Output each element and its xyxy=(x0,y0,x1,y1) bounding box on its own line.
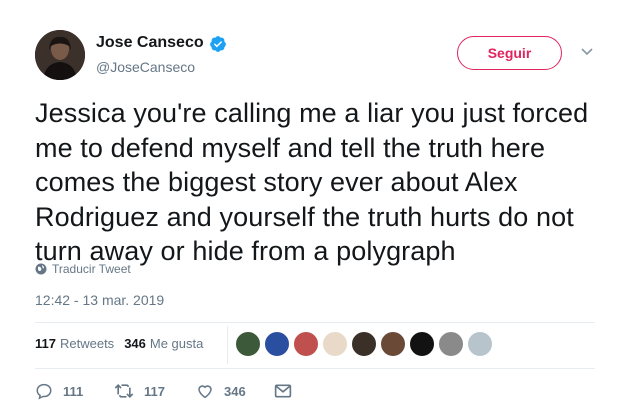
liker-avatar[interactable] xyxy=(438,331,464,357)
retweet-button[interactable]: 117 xyxy=(114,382,196,400)
liker-avatar[interactable] xyxy=(467,331,493,357)
timestamp[interactable]: 12:42 - 13 mar. 2019 xyxy=(35,292,164,308)
divider xyxy=(35,368,595,369)
translate-label[interactable]: Traducir Tweet xyxy=(52,262,131,276)
reply-button[interactable]: 111 xyxy=(35,382,114,400)
direct-message-button[interactable] xyxy=(274,383,302,399)
retweet-icon xyxy=(114,383,134,399)
avatar[interactable] xyxy=(35,30,85,80)
user-name[interactable]: Jose Canseco xyxy=(96,34,204,52)
reply-icon xyxy=(36,383,52,400)
action-bar: 111 117 346 xyxy=(35,382,302,400)
liker-avatar[interactable] xyxy=(264,331,290,357)
like-button[interactable]: 346 xyxy=(196,382,274,400)
liker-avatar[interactable] xyxy=(293,331,319,357)
liker-avatar[interactable] xyxy=(380,331,406,357)
liker-avatar[interactable] xyxy=(322,331,348,357)
liker-avatar[interactable] xyxy=(409,331,435,357)
envelope-icon xyxy=(274,384,292,398)
follow-button[interactable]: Seguir xyxy=(457,36,562,70)
like-count[interactable]: 346 xyxy=(124,336,146,351)
user-handle[interactable]: @JoseCanseco xyxy=(96,59,195,75)
retweet-label[interactable]: Retweets xyxy=(60,336,114,351)
facepile xyxy=(235,331,496,357)
retweet-action-count: 117 xyxy=(144,383,165,399)
globe-icon xyxy=(35,263,47,275)
tweet-text: Jessica you're calling me a liar you jus… xyxy=(35,98,589,266)
verified-badge-icon xyxy=(210,36,226,52)
liker-avatar[interactable] xyxy=(235,331,261,357)
stats-bar: 117 Retweets 346 Me gusta xyxy=(35,336,203,351)
reply-count: 111 xyxy=(63,383,84,399)
retweet-count[interactable]: 117 xyxy=(35,336,56,351)
chevron-down-icon[interactable] xyxy=(580,47,594,57)
stats-separator xyxy=(227,326,228,364)
translate-link[interactable]: Traducir Tweet xyxy=(35,262,131,276)
heart-icon xyxy=(198,385,212,399)
like-label[interactable]: Me gusta xyxy=(150,336,203,351)
divider xyxy=(35,322,595,323)
like-action-count: 346 xyxy=(224,383,246,399)
liker-avatar[interactable] xyxy=(351,331,377,357)
